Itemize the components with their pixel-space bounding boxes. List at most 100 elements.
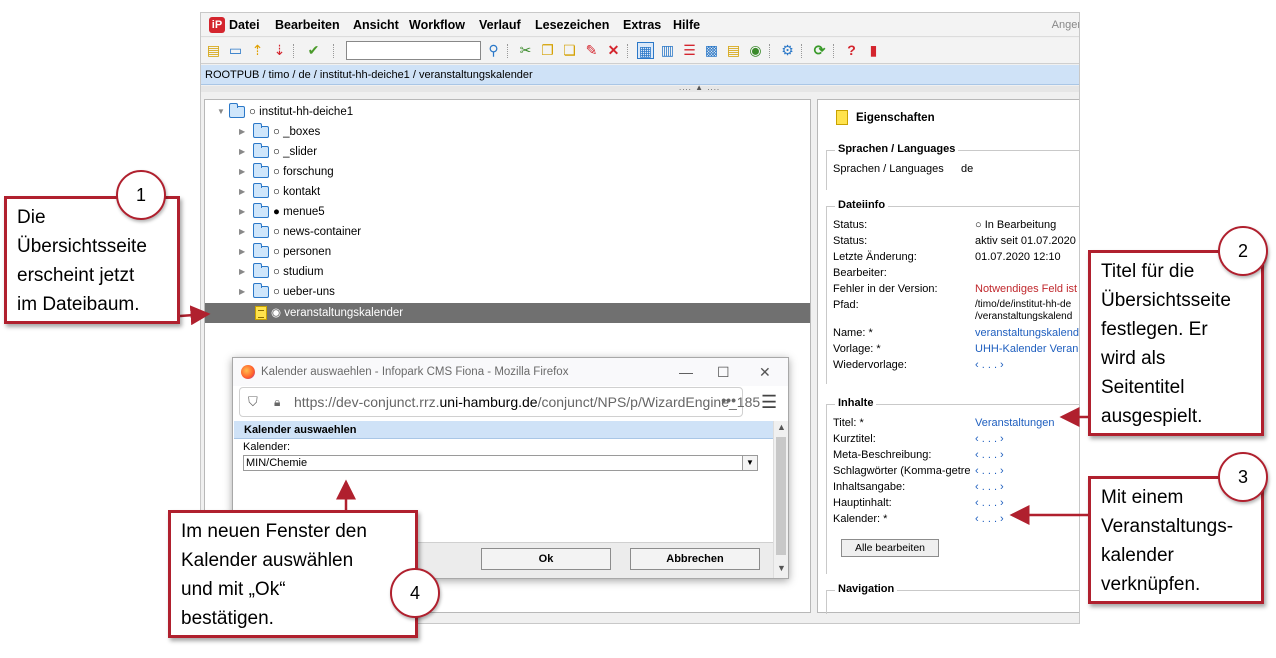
tree-item[interactable]: ▶ ○ ueber-uns: [205, 282, 810, 302]
url-bar[interactable]: ⛉ 🔒︎ https://dev-conjunct.rrz.uni-hambur…: [239, 386, 760, 417]
paste-icon[interactable]: ❏: [561, 42, 578, 59]
prop-value-link[interactable]: ‹ . . . ›: [975, 481, 1004, 493]
prop-label: Letzte Änderung:: [833, 251, 917, 263]
logout-door-icon[interactable]: ▮: [865, 42, 882, 59]
expand-right-icon[interactable]: ▶: [239, 202, 245, 222]
expand-right-icon[interactable]: ▶: [239, 262, 245, 282]
prop-label: Vorlage: *: [833, 343, 881, 355]
url-text: https://dev-conjunct.rrz.uni-hamburg.de/…: [294, 394, 761, 410]
edit-icon[interactable]: ✎: [583, 42, 600, 59]
expand-right-icon[interactable]: ▶: [239, 182, 245, 202]
close-icon[interactable]: ✕: [759, 358, 771, 386]
callout-text: Übersichtsseite: [1101, 290, 1231, 311]
refresh-icon[interactable]: ⟳: [811, 42, 828, 59]
prop-label: Fehler in der Version:: [833, 283, 938, 295]
document-icon: [836, 110, 848, 125]
view-list-icon[interactable]: ☰: [681, 42, 698, 59]
cut-icon[interactable]: ✂: [517, 42, 534, 59]
collapse-up-icon[interactable]: .... ▲ ....: [679, 83, 720, 92]
scroll-down-icon[interactable]: ▼: [777, 563, 786, 573]
prop-value-link[interactable]: Veranstaltungen: [975, 417, 1055, 429]
expand-right-icon[interactable]: ▶: [239, 142, 245, 162]
tree-item[interactable]: ▶ ○ _boxes: [205, 122, 810, 142]
search-icon[interactable]: ⚲: [485, 42, 502, 59]
menu-hamburger-icon[interactable]: ☰: [761, 392, 777, 413]
prop-value-link[interactable]: ‹ . . . ›: [975, 465, 1004, 477]
prop-value-link[interactable]: ‹ . . . ›: [975, 497, 1004, 509]
callout-text: Seitentitel: [1101, 377, 1185, 398]
menu-verlauf[interactable]: Verlauf: [479, 18, 521, 32]
shield-icon[interactable]: ⛉: [248, 388, 258, 416]
expand-right-icon[interactable]: ▶: [239, 282, 245, 302]
view-tree-icon[interactable]: ▦: [637, 42, 654, 59]
preview-icon[interactable]: ◉: [747, 42, 764, 59]
view-columns-icon[interactable]: ▥: [659, 42, 676, 59]
download-icon[interactable]: ⇣: [271, 42, 288, 59]
calendar-label: Kalender:: [243, 441, 291, 453]
expand-right-icon[interactable]: ▶: [239, 222, 245, 242]
tree-item-selected[interactable]: ◉ veranstaltungskalender: [205, 303, 810, 323]
new-document-icon[interactable]: ▤: [205, 42, 222, 59]
prop-label: Pfad:: [833, 299, 859, 311]
tree-item[interactable]: ▶ ○ forschung: [205, 162, 810, 182]
menu-ansicht[interactable]: Ansicht: [353, 18, 399, 32]
menu-hilfe[interactable]: Hilfe: [673, 18, 700, 32]
folder-icon: [253, 203, 269, 218]
prop-value-link[interactable]: UHH-Kalender Veran: [975, 343, 1078, 355]
tree-item[interactable]: ▶ ○ kontakt: [205, 182, 810, 202]
calendar-select[interactable]: MIN/Chemie ▼: [243, 455, 758, 471]
prop-value-link[interactable]: ‹ . . . ›: [975, 449, 1004, 461]
prop-label: Status:: [833, 235, 868, 247]
page-actions-icon[interactable]: •••: [721, 386, 736, 414]
tree-item-root[interactable]: ▼ ○ institut-hh-deiche1: [205, 102, 810, 122]
tree-item-label: ○ news-container: [273, 226, 362, 238]
tree-item[interactable]: ▶ ○ personen: [205, 242, 810, 262]
dialog-titlebar: Kalender auswaehlen - Infopark CMS Fiona…: [233, 358, 788, 386]
prop-value-link[interactable]: ‹ . . . ›: [975, 359, 1004, 371]
lock-icon[interactable]: 🔒︎: [274, 388, 280, 416]
prop-value-link[interactable]: veranstaltungskalend: [975, 327, 1079, 339]
menu-lesezeichen[interactable]: Lesezeichen: [535, 18, 609, 32]
tree-item[interactable]: ▶ ○ news-container: [205, 222, 810, 242]
scroll-thumb[interactable]: [776, 437, 786, 555]
expand-right-icon[interactable]: ▶: [239, 122, 245, 142]
ok-button[interactable]: Ok: [481, 548, 611, 570]
callout-text: und mit „Ok“: [181, 579, 286, 600]
maximize-icon[interactable]: ☐: [717, 358, 730, 386]
release-check-icon[interactable]: ✔: [305, 42, 322, 59]
chevron-down-icon[interactable]: ▼: [742, 456, 757, 470]
tree-item[interactable]: ▶ ● menue5: [205, 202, 810, 222]
tree-item[interactable]: ▶ ○ studium: [205, 262, 810, 282]
expand-right-icon[interactable]: ▶: [239, 242, 245, 262]
prop-label: Bearbeiter:: [833, 267, 887, 279]
workflow-icon[interactable]: ⚙: [779, 42, 796, 59]
menu-workflow[interactable]: Workflow: [409, 18, 465, 32]
cancel-button[interactable]: Abbrechen: [630, 548, 760, 570]
callout-text: erscheint jetzt: [17, 265, 135, 286]
copy-icon[interactable]: ❐: [539, 42, 556, 59]
view-grid-icon[interactable]: ▩: [703, 42, 720, 59]
scroll-up-icon[interactable]: ▲: [777, 422, 786, 432]
help-icon[interactable]: ?: [843, 42, 860, 59]
tree-item-label: ○ forschung: [273, 166, 334, 178]
prop-value-link[interactable]: ‹ . . . ›: [975, 433, 1004, 445]
menu-datei[interactable]: Datei: [229, 18, 260, 32]
tree-item[interactable]: ▶ ○ _slider: [205, 142, 810, 162]
new-folder-icon[interactable]: ▭: [227, 42, 244, 59]
search-input[interactable]: [346, 41, 481, 60]
expand-down-icon[interactable]: ▼: [217, 102, 225, 122]
dialog-scrollbar[interactable]: ▲ ▼: [773, 421, 788, 578]
upload-icon[interactable]: ⇡: [249, 42, 266, 59]
prop-value-link[interactable]: ‹ . . . ›: [975, 513, 1004, 525]
edit-all-button[interactable]: Alle bearbeiten: [841, 539, 939, 557]
callout-text: im Dateibaum.: [17, 294, 140, 315]
delete-icon[interactable]: ✕: [605, 42, 622, 59]
minimize-icon[interactable]: —: [679, 358, 693, 386]
properties-title: Eigenschaften: [856, 112, 935, 124]
expand-right-icon[interactable]: ▶: [239, 162, 245, 182]
view-details-icon[interactable]: ▤: [725, 42, 742, 59]
panel-splitter[interactable]: .... ▲ ....: [201, 83, 1079, 92]
tree-item-label: ○ studium: [273, 266, 324, 278]
menu-bearbeiten[interactable]: Bearbeiten: [275, 18, 340, 32]
menu-extras[interactable]: Extras: [623, 18, 661, 32]
